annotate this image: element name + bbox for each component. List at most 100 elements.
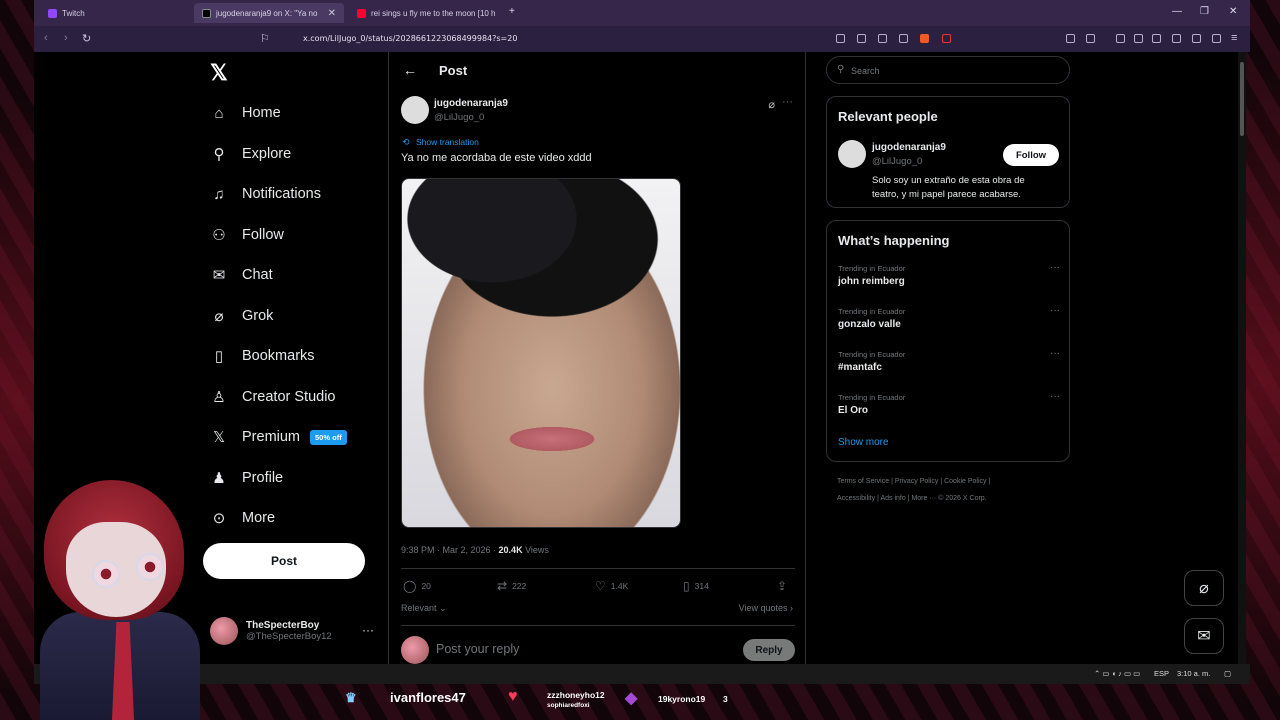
more-dots-icon[interactable]: ··· bbox=[1050, 262, 1060, 273]
nav-item-more[interactable]: ⊙ More bbox=[210, 509, 275, 527]
history-icon[interactable] bbox=[1134, 34, 1143, 43]
reply-input[interactable]: Post your reply bbox=[436, 642, 519, 656]
download-icon[interactable] bbox=[1116, 34, 1125, 43]
post-video[interactable] bbox=[401, 178, 681, 528]
nav-label: Explore bbox=[242, 146, 292, 162]
footer-links[interactable]: Terms of Service | Privacy Policy | Cook… bbox=[837, 478, 990, 485]
like-action[interactable]: ♡ 1.4K bbox=[595, 579, 628, 593]
share-action[interactable]: ⇪ bbox=[777, 579, 787, 593]
person-icon: ♟ bbox=[212, 470, 226, 487]
scrollbar-thumb[interactable] bbox=[1240, 62, 1244, 136]
wallet-icon[interactable] bbox=[1172, 34, 1181, 43]
card-title: Relevant people bbox=[838, 109, 938, 124]
grok-explain-icon[interactable]: ⌀ bbox=[768, 98, 775, 111]
nav-item-creator-studio[interactable]: ♙ Creator Studio bbox=[210, 388, 335, 406]
x-logo-icon[interactable]: 𝕏 bbox=[210, 60, 228, 86]
reload-icon[interactable]: ↻ bbox=[82, 32, 91, 45]
nav-item-follow[interactable]: ⚇ Follow bbox=[210, 226, 284, 244]
clock: 3:10 a. m. bbox=[1177, 669, 1211, 678]
panel-icon[interactable] bbox=[1152, 34, 1161, 43]
trend-item[interactable]: Trending in Ecuador #mantafc ··· bbox=[838, 348, 1060, 373]
trend-item[interactable]: Trending in Ecuador El Oro ··· bbox=[838, 391, 1060, 416]
menu-icon[interactable]: ≡ bbox=[1231, 32, 1237, 44]
translate-icon[interactable] bbox=[836, 34, 845, 43]
brave-shield-icon[interactable] bbox=[920, 34, 929, 43]
tab-twitch[interactable]: Twitch bbox=[40, 3, 190, 23]
premium-badge: 50% off bbox=[310, 429, 347, 445]
more-dots-icon[interactable]: ··· bbox=[782, 96, 793, 108]
back-arrow-icon[interactable]: ← bbox=[403, 62, 417, 78]
nav-item-explore[interactable]: ⚲ Explore bbox=[210, 145, 292, 163]
x-icon: 𝕏 bbox=[212, 429, 226, 446]
person-name[interactable]: jugodenaranja9 bbox=[872, 142, 946, 153]
tab-label: rei sings u fly me to the moon [10 h bbox=[371, 8, 496, 18]
bookmark-icon: ▯ bbox=[683, 579, 690, 593]
trend-item[interactable]: Trending in Ecuador john reimberg ··· bbox=[838, 262, 1060, 287]
notification-icon[interactable]: ▢ bbox=[1224, 669, 1231, 678]
nav-item-bookmarks[interactable]: ▯ Bookmarks bbox=[210, 347, 315, 365]
forward-arrow-icon[interactable]: › bbox=[64, 32, 68, 44]
post-button[interactable]: Post bbox=[203, 543, 365, 579]
tab-youtube[interactable]: rei sings u fly me to the moon [10 h bbox=[349, 3, 499, 23]
tab-x-post[interactable]: jugodenaranja9 on X: "Ya no ✕ bbox=[194, 3, 344, 23]
trend-category: Trending in Ecuador bbox=[838, 393, 906, 402]
follow-button[interactable]: Follow bbox=[1003, 144, 1059, 166]
nav-item-grok[interactable]: ⌀ Grok bbox=[210, 307, 273, 325]
vpn-icon[interactable] bbox=[1212, 34, 1221, 43]
person-handle[interactable]: @LilJugo_0 bbox=[872, 156, 922, 167]
nav-item-notifications[interactable]: ♫ Notifications bbox=[210, 185, 321, 203]
bookmark-page-icon[interactable]: ⚐ bbox=[260, 32, 270, 45]
post-actions: ◯ 20 ⇄ 222 ♡ 1.4K ▯ 314 ⇪ bbox=[401, 568, 795, 600]
nav-item-premium[interactable]: 𝕏 Premium 50% off bbox=[210, 428, 347, 446]
bookmark-action[interactable]: ▯ 314 bbox=[683, 579, 709, 593]
trend-topic: El Oro bbox=[838, 405, 869, 416]
avatar[interactable] bbox=[838, 140, 866, 168]
grok-icon: ⌀ bbox=[214, 308, 224, 325]
nav-item-profile[interactable]: ♟ Profile bbox=[210, 469, 283, 487]
tray-icons[interactable]: ⌃ ▭ ◖ ♪ ▭ ▭ bbox=[1094, 669, 1140, 678]
reply-action[interactable]: ◯ 20 bbox=[403, 579, 431, 593]
trend-item[interactable]: Trending in Ecuador gonzalo valle ··· bbox=[838, 305, 1060, 330]
scrollbar[interactable] bbox=[1238, 52, 1246, 664]
translate-icon: ⟲ bbox=[402, 137, 410, 147]
more-dots-icon[interactable]: ··· bbox=[362, 623, 374, 637]
maximize-button[interactable]: ❐ bbox=[1200, 6, 1209, 17]
more-dots-icon[interactable]: ··· bbox=[1050, 305, 1060, 316]
repost-action[interactable]: ⇄ 222 bbox=[497, 579, 526, 593]
minimize-button[interactable]: — bbox=[1172, 6, 1182, 17]
share-icon[interactable] bbox=[899, 34, 908, 43]
messages-float-button[interactable]: ✉ bbox=[1184, 618, 1224, 654]
language-indicator[interactable]: ESP bbox=[1154, 669, 1169, 678]
show-more-link[interactable]: Show more bbox=[838, 437, 889, 448]
more-dots-icon[interactable]: ··· bbox=[1050, 391, 1060, 402]
author-name[interactable]: jugodenaranja9 bbox=[434, 98, 508, 109]
nav-item-chat[interactable]: ✉ Chat bbox=[210, 266, 273, 284]
sidebar-toggle-icon[interactable] bbox=[1086, 34, 1095, 43]
nav-label: More bbox=[242, 510, 276, 526]
view-quotes-link[interactable]: View quotes › bbox=[739, 603, 793, 613]
show-translation-link[interactable]: Show translation bbox=[416, 137, 479, 147]
url-field[interactable]: x.com/LilJugo_0/status/20286612230684999… bbox=[303, 34, 517, 43]
search-input[interactable]: ⚲ Search bbox=[826, 56, 1070, 84]
nav-item-home[interactable]: ⌂ Home bbox=[210, 104, 280, 122]
chevron-right-icon: › bbox=[790, 603, 793, 613]
extension-icon[interactable] bbox=[1066, 34, 1075, 43]
close-window-button[interactable]: ✕ bbox=[1229, 6, 1237, 17]
post-meta: 9:38 PM · Mar 2, 2026 · 20.4K Views bbox=[401, 545, 549, 555]
footer-links[interactable]: Accessibility | Ads info | More ··· © 20… bbox=[837, 495, 987, 502]
leo-icon[interactable] bbox=[1192, 34, 1201, 43]
gem-icon: ◆ bbox=[625, 690, 638, 707]
grok-float-button[interactable]: ⌀ bbox=[1184, 570, 1224, 606]
author-avatar[interactable] bbox=[401, 96, 429, 124]
reply-button[interactable]: Reply bbox=[743, 639, 795, 661]
back-arrow-icon[interactable]: ‹ bbox=[44, 32, 48, 44]
zoom-icon[interactable] bbox=[857, 34, 866, 43]
author-handle[interactable]: @LilJugo_0 bbox=[434, 112, 484, 123]
new-tab-button[interactable]: + bbox=[509, 6, 515, 17]
cast-icon[interactable] bbox=[878, 34, 887, 43]
more-dots-icon[interactable]: ··· bbox=[1050, 348, 1060, 359]
reply-sort-dropdown[interactable]: Relevant ⌄ bbox=[401, 603, 447, 614]
rewards-icon[interactable] bbox=[942, 34, 951, 43]
close-tab-icon[interactable]: ✕ bbox=[328, 8, 336, 19]
account-switcher[interactable]: TheSpecterBoy @TheSpecterBoy12 ··· bbox=[210, 617, 374, 645]
